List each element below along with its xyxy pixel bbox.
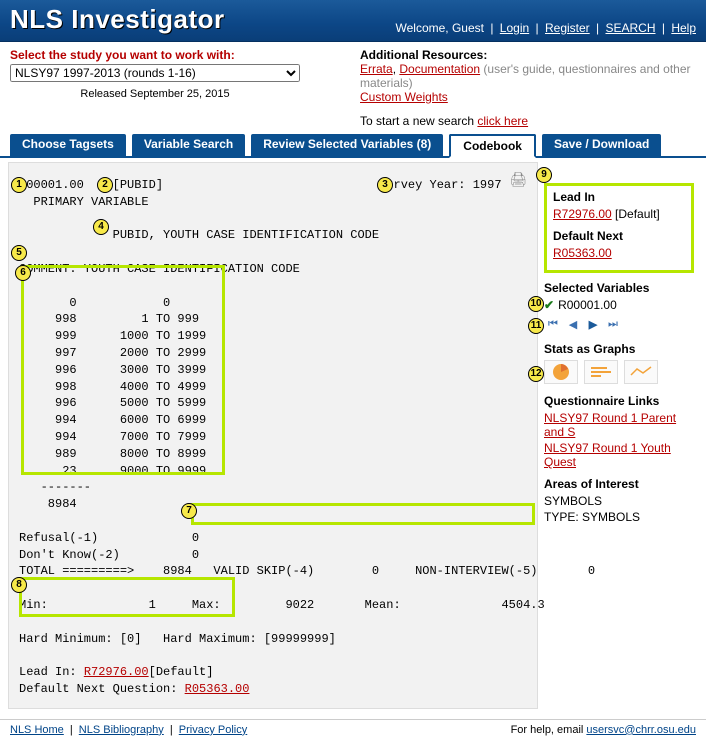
pie-chart-icon[interactable] xyxy=(544,360,578,384)
graph-buttons xyxy=(544,360,694,384)
qlink-2[interactable]: NLSY97 Round 1 Youth Quest xyxy=(544,441,694,469)
callout-2: 2 xyxy=(97,177,113,193)
aoi-item-1: SYMBOLS xyxy=(544,494,694,508)
stats-graphs-heading: Stats as Graphs xyxy=(544,342,694,356)
callout-9: 9 xyxy=(536,167,552,183)
aoi-heading: Areas of Interest xyxy=(544,477,694,491)
tab-tagsets[interactable]: Choose Tagsets xyxy=(10,134,126,156)
privacy-policy-link[interactable]: Privacy Policy xyxy=(179,724,247,736)
check-icon: ✔ xyxy=(544,298,554,312)
help-link[interactable]: Help xyxy=(671,21,696,35)
start-search-row: To start a new search click here xyxy=(360,114,696,128)
sidebar: 9 Lead In R72976.00 [Default] Default Ne… xyxy=(544,162,694,709)
callout-11: 11 xyxy=(528,318,544,334)
app-header: NLS Investigator Welcome, Guest | Login … xyxy=(0,0,706,42)
click-here-link[interactable]: click here xyxy=(477,114,528,128)
callout-10: 10 xyxy=(528,296,544,312)
callout-1: 1 xyxy=(11,177,27,193)
help-text: For help, email xyxy=(511,724,587,736)
aoi-item-2: TYPE: SYMBOLS xyxy=(544,510,694,524)
qlinks-heading: Questionnaire Links xyxy=(544,394,694,408)
defaultnext-link[interactable]: R05363.00 xyxy=(185,682,250,696)
qlink-1[interactable]: NLSY97 Round 1 Parent and S xyxy=(544,411,694,439)
tab-codebook[interactable]: Codebook xyxy=(449,134,536,158)
study-select-label: Select the study you want to work with: xyxy=(10,48,330,62)
leadin-box: Lead In R72976.00 [Default] Default Next… xyxy=(544,183,694,273)
print-icon[interactable]: 🖨 xyxy=(509,171,527,188)
side-leadin-link[interactable]: R72976.00 xyxy=(553,207,612,221)
aoi-list: SYMBOLS TYPE: SYMBOLS xyxy=(544,494,694,524)
callout-6: 6 xyxy=(15,265,31,281)
login-link[interactable]: Login xyxy=(500,21,529,35)
callout-4: 4 xyxy=(93,219,109,235)
register-link[interactable]: Register xyxy=(545,21,590,35)
line-chart-icon[interactable] xyxy=(624,360,658,384)
tab-review[interactable]: Review Selected Variables (8) xyxy=(251,134,443,156)
app-title: NLS Investigator xyxy=(10,4,225,35)
tab-save[interactable]: Save / Download xyxy=(542,134,661,156)
defaultnext-heading: Default Next xyxy=(553,229,685,243)
bar-chart-icon[interactable] xyxy=(584,360,618,384)
resources-row: Errata, Documentation (user's guide, que… xyxy=(360,62,696,90)
nav-next-icon[interactable]: ▶ xyxy=(584,316,602,332)
nav-first-icon[interactable]: ⏮ xyxy=(544,316,562,332)
callout-12: 12 xyxy=(528,366,544,382)
documentation-link[interactable]: Documentation xyxy=(399,62,480,76)
header-links: Welcome, Guest | Login | Register | SEAR… xyxy=(396,21,697,35)
nav-last-icon[interactable]: ⏭ xyxy=(604,316,622,332)
nls-home-link[interactable]: NLS Home xyxy=(10,724,64,736)
selected-vars-heading: Selected Variables xyxy=(544,281,694,295)
callout-7: 7 xyxy=(181,503,197,519)
selected-var: R00001.00 xyxy=(558,298,617,312)
main-area: 🖨 1 2 3 4 5 6 7 8 R00001.00 [PUBID] Surv… xyxy=(0,158,706,719)
top-controls: Select the study you want to work with: … xyxy=(0,42,706,130)
callout-5: 5 xyxy=(11,245,27,261)
custom-weights-link[interactable]: Custom Weights xyxy=(360,90,448,104)
tab-row: Choose Tagsets Variable Search Review Se… xyxy=(0,134,706,158)
codebook-body: R00001.00 [PUBID] Survey Year: 1997 PRIM… xyxy=(19,177,527,698)
callout-3: 3 xyxy=(377,177,393,193)
errata-link[interactable]: Errata xyxy=(360,62,393,76)
side-defaultnext-link[interactable]: R05363.00 xyxy=(553,246,685,260)
codebook-panel: 🖨 1 2 3 4 5 6 7 8 R00001.00 [PUBID] Surv… xyxy=(8,162,538,709)
resources-heading: Additional Resources: xyxy=(360,48,696,62)
study-select[interactable]: NLSY97 1997-2013 (rounds 1-16) xyxy=(10,64,300,82)
leadin-link[interactable]: R72976.00 xyxy=(84,665,149,679)
leadin-heading: Lead In xyxy=(553,190,685,204)
nls-bibliography-link[interactable]: NLS Bibliography xyxy=(79,724,164,736)
welcome-text: Welcome, Guest xyxy=(396,21,484,35)
tab-varsearch[interactable]: Variable Search xyxy=(132,134,245,156)
callout-8: 8 xyxy=(11,577,27,593)
var-nav: ⏮ ◀ ▶ ⏭ xyxy=(544,316,694,332)
nav-prev-icon[interactable]: ◀ xyxy=(564,316,582,332)
search-link[interactable]: SEARCH xyxy=(605,21,655,35)
footer: NLS Home | NLS Bibliography | Privacy Po… xyxy=(0,719,706,740)
help-email-link[interactable]: usersvc@chrr.osu.edu xyxy=(586,724,696,736)
released-text: Released September 25, 2015 xyxy=(10,82,300,104)
